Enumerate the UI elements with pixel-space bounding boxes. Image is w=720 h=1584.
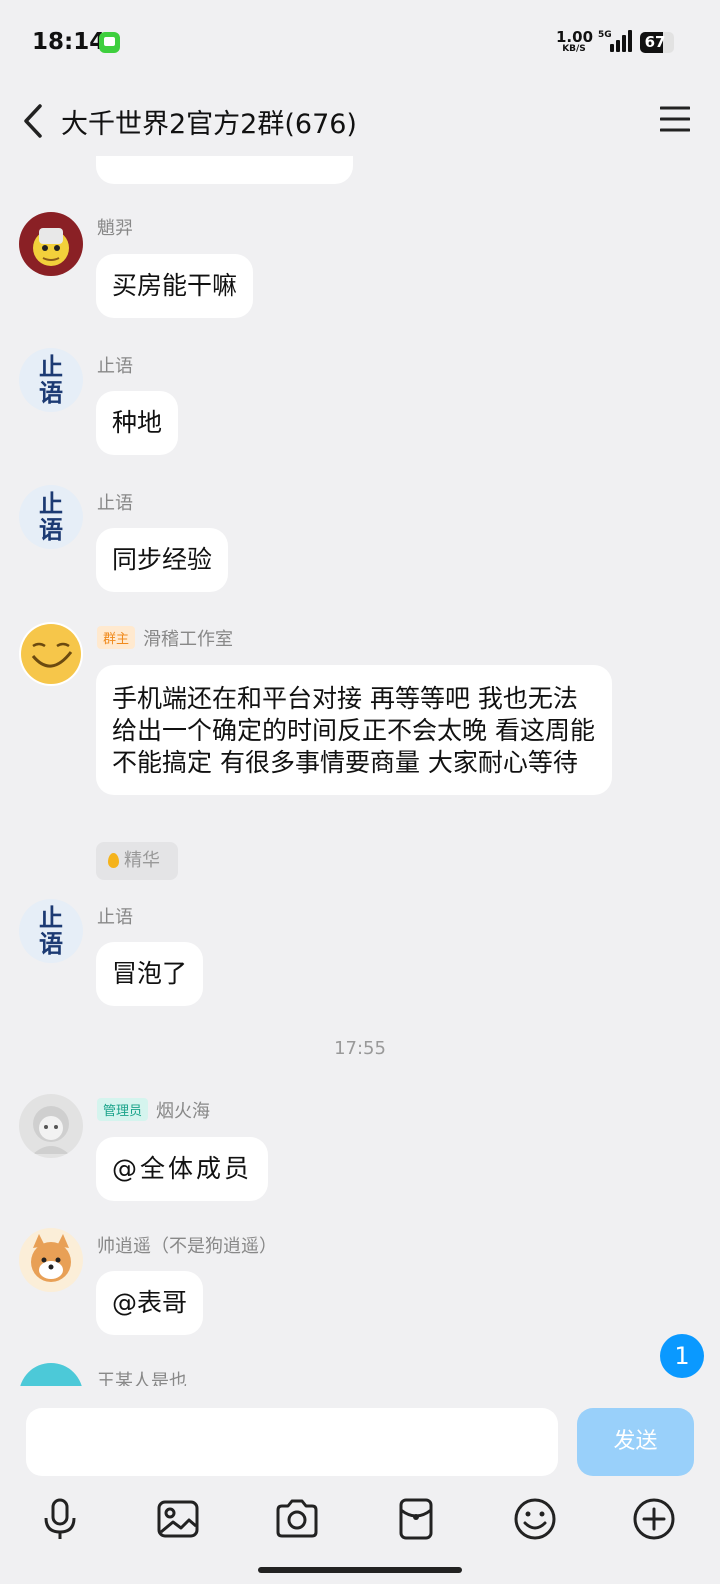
avatar[interactable]	[19, 622, 83, 686]
message-bubble[interactable]: 手机端还在和平台对接 再等等吧 我也无法给出一个确定的时间反正不会太晚 看这周能…	[96, 665, 612, 795]
message-bubble[interactable]: 冒泡了	[96, 942, 204, 1006]
sender-name: 止语	[97, 356, 133, 377]
sender-name: 魈羿	[97, 218, 133, 239]
message-bubble[interactable]: @全体成员	[96, 1137, 269, 1201]
menu-icon[interactable]	[660, 106, 690, 132]
chat-header: 大千世界2官方2群(676)	[0, 86, 720, 156]
input-bar: 发送	[0, 1386, 720, 1584]
owner-badge: 群主	[97, 626, 136, 649]
status-time: 18:14	[32, 29, 106, 55]
sender-name: 止语	[97, 907, 133, 928]
message-timestamp: 17:55	[334, 1038, 386, 1059]
network-speed-value: 1.00	[556, 28, 594, 46]
message-bubble[interactable]: @表哥	[96, 1271, 204, 1335]
avatar[interactable]: 止 语	[19, 485, 83, 549]
battery-icon: 67	[640, 32, 674, 53]
chat-title: 大千世界2官方2群(676)	[61, 109, 357, 140]
sender-name: 管理员 烟火海	[97, 1097, 210, 1123]
message-app-icon	[99, 32, 120, 53]
image-icon[interactable]	[155, 1496, 201, 1542]
network-type: 5G	[598, 30, 612, 40]
status-bar: 18:14 1.00 KB/S 5G 67	[0, 0, 720, 86]
avatar-glyph: 止	[39, 352, 63, 381]
message-bubble[interactable]: 同步经验	[96, 528, 229, 592]
microphone-icon[interactable]	[37, 1496, 83, 1542]
home-indicator[interactable]	[258, 1567, 462, 1573]
input-toolbar	[0, 1496, 720, 1546]
message-bubble[interactable]: 我记得好像可以买房	[96, 156, 354, 184]
plus-icon[interactable]	[631, 1496, 677, 1542]
avatar[interactable]	[19, 1094, 83, 1158]
avatar[interactable]	[19, 1228, 83, 1292]
back-icon[interactable]	[20, 102, 50, 140]
sender-name: 止语	[97, 493, 133, 514]
signal-icon: 5G	[598, 30, 632, 54]
send-button[interactable]: 发送	[577, 1408, 694, 1476]
network-speed: 1.00 KB/S	[556, 28, 594, 54]
avatar-glyph: 语	[39, 929, 63, 958]
avatar[interactable]: 止 语	[19, 348, 83, 412]
avatar-glyph: 语	[39, 515, 63, 544]
message-bubble[interactable]: 买房能干嘛	[96, 254, 254, 318]
sender-name-text: 烟火海	[156, 1101, 211, 1122]
sender-name: 王某人是也	[97, 1371, 187, 1386]
essence-label: 精华	[124, 850, 160, 871]
camera-icon[interactable]	[274, 1496, 320, 1542]
sender-name: 帅逍遥（不是狗逍遥）	[97, 1236, 277, 1257]
avatar-glyph: 止	[39, 903, 63, 932]
red-packet-icon[interactable]	[393, 1496, 439, 1542]
essence-badge[interactable]: 精华	[96, 842, 178, 880]
avatar[interactable]	[19, 1363, 83, 1386]
message-list[interactable]: 我记得好像可以买房 魈羿 买房能干嘛 止 语 止语 种地 止 语 止语	[0, 156, 720, 1386]
sender-name: 群主 滑稽工作室	[97, 625, 233, 651]
admin-badge: 管理员	[97, 1098, 149, 1121]
sender-name-text: 滑稽工作室	[143, 629, 234, 650]
avatar-glyph: 语	[39, 378, 63, 407]
avatar[interactable]	[19, 212, 83, 276]
message-input[interactable]	[26, 1408, 558, 1476]
message-bubble[interactable]: 种地	[96, 391, 179, 455]
avatar[interactable]: 止 语	[19, 899, 83, 963]
essence-icon	[108, 853, 119, 868]
unread-count-badge[interactable]: 1	[660, 1334, 704, 1378]
avatar-glyph: 止	[39, 489, 63, 518]
battery-level: 67	[644, 33, 666, 51]
network-speed-unit: KB/S	[562, 44, 586, 54]
emoji-icon[interactable]	[512, 1496, 558, 1542]
